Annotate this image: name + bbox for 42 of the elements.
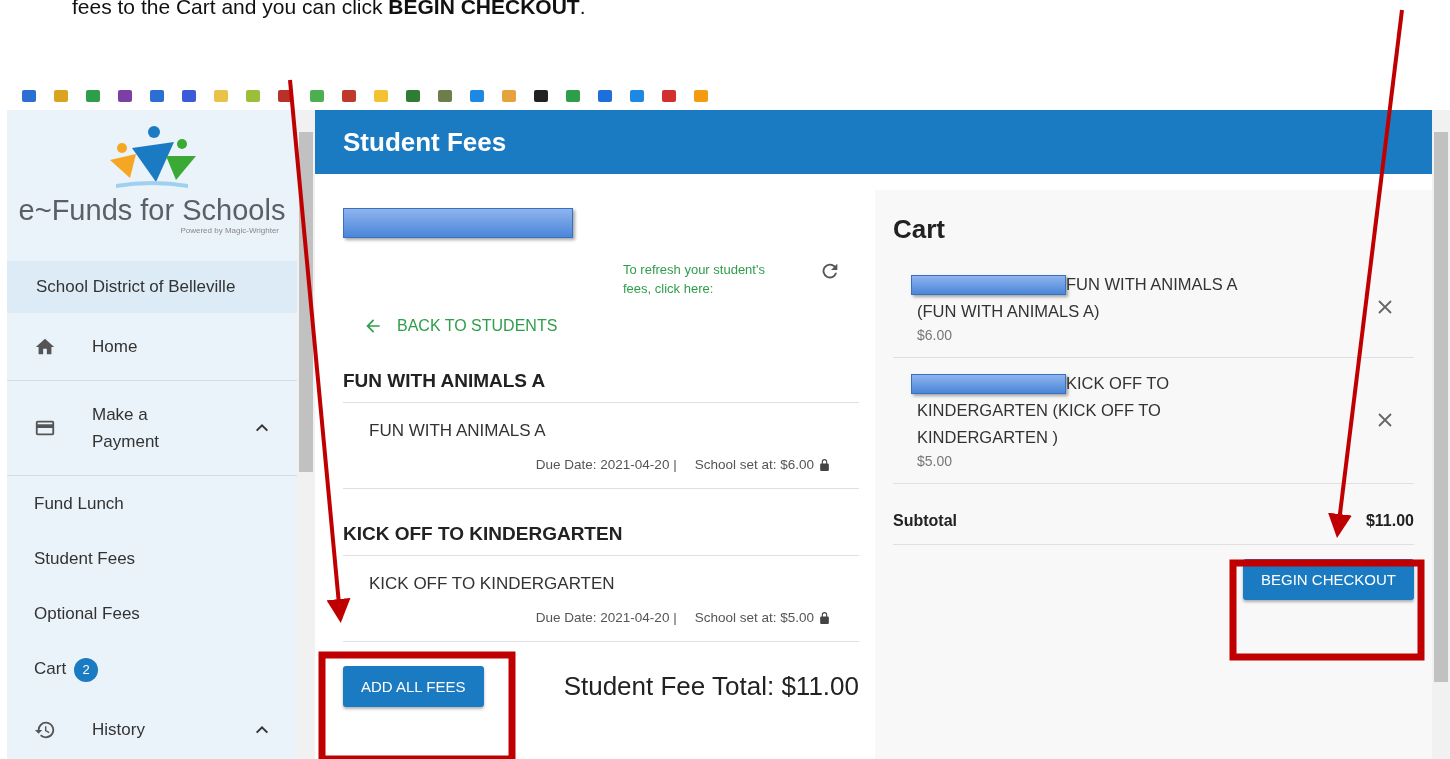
- sidebar-item[interactable]: Cart 2: [7, 641, 297, 696]
- back-link[interactable]: BACK TO STUDENTS: [363, 316, 558, 336]
- sidebar-item[interactable]: Fund Lunch: [7, 476, 297, 531]
- add-all-fees-button[interactable]: ADD ALL FEES: [343, 666, 484, 707]
- logo-title: e~Funds for Schools: [18, 194, 286, 226]
- district-name: School District of Belleville: [7, 261, 297, 313]
- bookmark-icon[interactable]: [534, 90, 548, 102]
- bookmark-icon[interactable]: [150, 90, 164, 102]
- cart-item-price: $6.00: [917, 327, 954, 343]
- bookmark-icon[interactable]: [118, 90, 132, 102]
- cart-item-price: $5.00: [917, 453, 954, 469]
- fee-name: FUN WITH ANIMALS A: [368, 420, 547, 441]
- refresh-hint: To refresh your student's fees, click here:: [623, 261, 766, 298]
- logo-tagline: Powered by Magic-Wrighter: [180, 226, 279, 235]
- subtotal-value: $11.00: [1365, 512, 1414, 530]
- lock-icon: [818, 610, 831, 625]
- fee-heading: FUN WITH ANIMALS A: [343, 370, 859, 403]
- bookmark-icon[interactable]: [598, 90, 612, 102]
- fee-heading: KICK OFF TO KINDERGARTEN: [343, 523, 859, 556]
- fee-total: Student Fee Total: $11.00: [563, 671, 859, 702]
- cart-item-name: FUN WITH ANIMALS A: [1066, 274, 1238, 295]
- lock-icon: [818, 457, 831, 472]
- fee-price: School set at: $6.00: [694, 457, 814, 472]
- sidebar-item[interactable]: Student Fees: [7, 531, 297, 586]
- cart-item-name: KINDERGARTEN (KICK OFF TO KINDERGARTEN ): [917, 400, 1162, 448]
- bookmark-icon[interactable]: [22, 90, 36, 102]
- due-date: Due Date: 2021-04-20 |: [535, 610, 677, 625]
- page-header: Student Fees: [315, 110, 1432, 174]
- fee-price: School set at: $5.00: [694, 610, 814, 625]
- fee-name: KICK OFF TO KINDERGARTEN: [368, 573, 616, 594]
- bookmark-icon[interactable]: [182, 90, 196, 102]
- sidebar-item[interactable]: Optional Fees: [7, 586, 297, 641]
- due-date: Due Date: 2021-04-20 |: [535, 457, 677, 472]
- cart-item-name: KICK OFF TO: [1066, 373, 1169, 394]
- close-icon[interactable]: [1376, 298, 1394, 316]
- bookmark-icon[interactable]: [342, 90, 356, 102]
- close-icon[interactable]: [1376, 410, 1394, 429]
- subtotal-label: Subtotal: [893, 512, 957, 530]
- cart-title: Cart: [893, 214, 946, 245]
- count-badge: 2: [74, 657, 99, 682]
- cart-item-name: (FUN WITH ANIMALS A): [917, 301, 1101, 322]
- bookmark-icon[interactable]: [406, 90, 420, 102]
